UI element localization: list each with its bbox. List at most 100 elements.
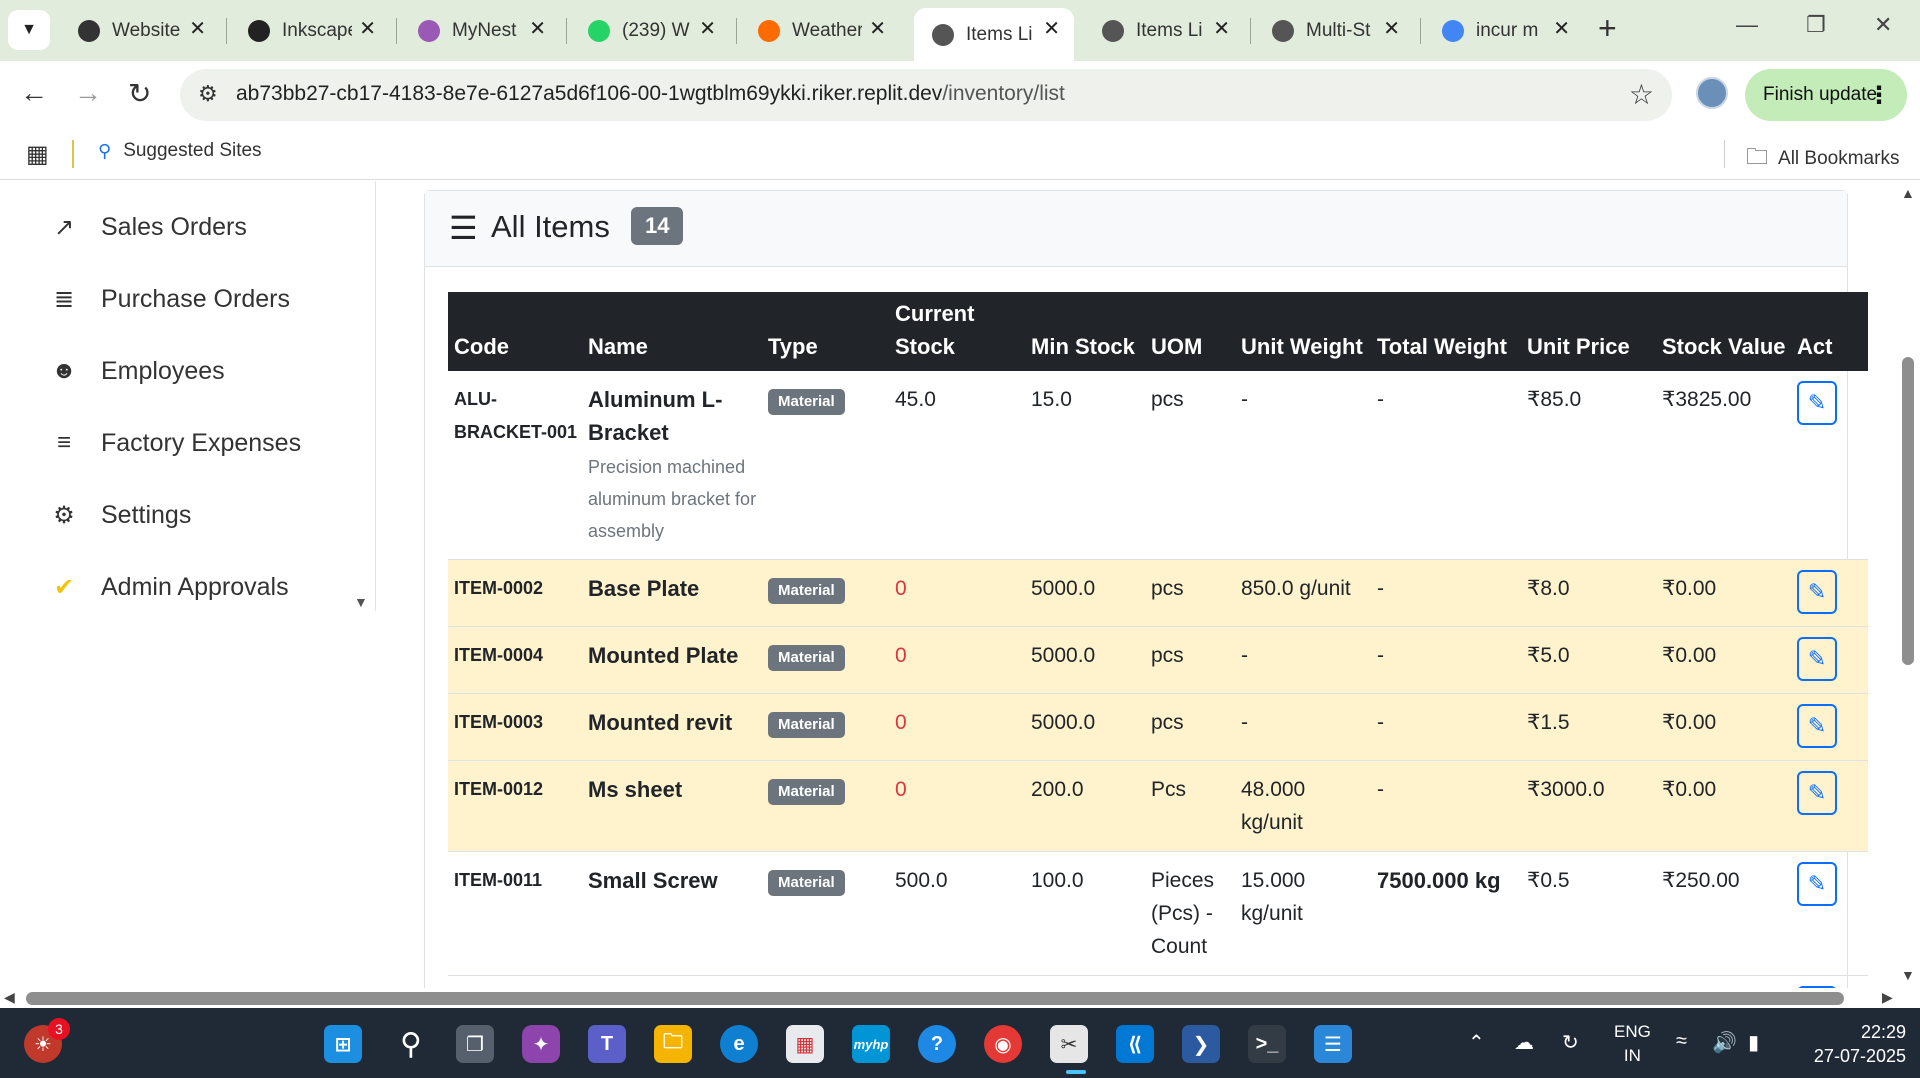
cell-stock-value-text: ₹0.00 bbox=[1662, 644, 1717, 667]
site-settings-icon[interactable]: ⚙ bbox=[198, 81, 218, 107]
tab-separator bbox=[736, 18, 737, 44]
minimize-icon[interactable]: — bbox=[1736, 12, 1758, 38]
task-view-icon[interactable]: ❐ bbox=[456, 1025, 494, 1063]
bookmark-star-icon[interactable]: ☆ bbox=[1629, 78, 1654, 111]
edit-icon[interactable]: ✎ bbox=[1797, 570, 1837, 614]
bookmarks-divider-right bbox=[1724, 140, 1725, 168]
cell-unit-weight: - bbox=[1235, 371, 1371, 560]
browser-tab[interactable]: Items Li ✕ bbox=[914, 8, 1074, 61]
scroll-left-icon[interactable]: ◀ bbox=[4, 989, 15, 1006]
browser-tab[interactable]: Website ✕ bbox=[60, 8, 220, 53]
scroll-right-icon[interactable]: ▶ bbox=[1882, 989, 1893, 1006]
snipping-tool-icon[interactable]: ✂ bbox=[1050, 1025, 1088, 1063]
tab-close-icon[interactable]: ✕ bbox=[359, 16, 376, 41]
reload-icon[interactable]: ↻ bbox=[128, 77, 151, 110]
tab-close-icon[interactable]: ✕ bbox=[1553, 16, 1570, 41]
sidebar-scroll-down-icon[interactable]: ▼ bbox=[354, 594, 368, 610]
tab-close-icon[interactable]: ✕ bbox=[189, 16, 206, 41]
cell-name-text: Base Plate bbox=[588, 576, 700, 601]
restore-icon[interactable]: ❐ bbox=[1806, 12, 1826, 38]
windows-start-icon[interactable]: ⊞ bbox=[324, 1025, 362, 1063]
url-field[interactable]: ⚙ ab73bb27-cb17-4183-8e7e-6127a5d6f106-0… bbox=[180, 69, 1672, 121]
forward-arrow-icon[interactable]: → bbox=[74, 77, 102, 109]
tab-close-icon[interactable]: ✕ bbox=[869, 16, 886, 41]
browser-tab[interactable]: Weather ✕ bbox=[740, 8, 900, 53]
sync-icon[interactable]: ↻ bbox=[1562, 1030, 1579, 1055]
back-arrow-icon[interactable]: ← bbox=[20, 77, 48, 109]
more-menu-icon[interactable]: ⋮ bbox=[1867, 81, 1891, 110]
horizontal-scroll-thumb[interactable] bbox=[26, 992, 1844, 1005]
close-window-icon[interactable]: ✕ bbox=[1874, 12, 1892, 38]
cell-uom: pcs bbox=[1145, 371, 1235, 560]
tab-close-icon[interactable]: ✕ bbox=[1383, 16, 1400, 41]
chrome-icon[interactable]: ◉ bbox=[984, 1025, 1022, 1063]
tab-close-icon[interactable]: ✕ bbox=[1213, 16, 1230, 41]
terminal-icon[interactable]: >_ bbox=[1248, 1025, 1286, 1063]
store-icon[interactable]: ▦ bbox=[786, 1025, 824, 1063]
cell-name: Base Plate bbox=[582, 559, 762, 627]
horizontal-scrollbar[interactable]: ◀ ▶ bbox=[0, 988, 1920, 1008]
volume-icon[interactable]: 🔊 bbox=[1712, 1030, 1737, 1055]
cell-name-text: Aluminum L-Bracket bbox=[588, 387, 723, 445]
apps-grid-icon[interactable]: ▦ bbox=[26, 140, 49, 169]
browser-tab[interactable]: Inkscape ✕ bbox=[230, 8, 390, 53]
browser-tab[interactable]: Multi-St ✕ bbox=[1254, 8, 1414, 53]
edit-icon[interactable]: ✎ bbox=[1797, 637, 1837, 681]
finish-update-button[interactable]: Finish update ⋮ bbox=[1745, 69, 1907, 121]
notepad-icon[interactable]: ☰ bbox=[1314, 1025, 1352, 1063]
all-bookmarks-link[interactable]: 🗀 All Bookmarks bbox=[1746, 140, 1899, 178]
sidebar-item-settings[interactable]: ⚙ Settings bbox=[50, 495, 191, 535]
cell-min-stock-text: 100.0 bbox=[1031, 869, 1084, 892]
url-text[interactable]: ab73bb27-cb17-4183-8e7e-6127a5d6f106-00-… bbox=[236, 82, 1065, 106]
browser-tab[interactable]: MyNest ✕ bbox=[400, 8, 560, 53]
vertical-scrollbar[interactable]: ▲ ▼ bbox=[1896, 181, 1920, 988]
browser-tab[interactable]: Items Li ✕ bbox=[1084, 8, 1244, 53]
tab-search-button[interactable]: ▼ bbox=[8, 10, 50, 50]
help-icon[interactable]: ? bbox=[918, 1025, 956, 1063]
new-tab-button[interactable]: + bbox=[1598, 10, 1617, 47]
vertical-scroll-thumb[interactable] bbox=[1902, 357, 1914, 665]
sidebar-item-employees[interactable]: ☻ Employees bbox=[50, 351, 224, 391]
sidebar-item-purchase-orders[interactable]: ≣ Purchase Orders bbox=[50, 279, 290, 319]
wifi-icon[interactable]: ≈ bbox=[1676, 1030, 1687, 1053]
language-indicator[interactable]: ENG IN bbox=[1614, 1020, 1651, 1068]
file-explorer-icon[interactable]: 🗀 bbox=[654, 1025, 692, 1063]
windows-taskbar: ☀ 3 ⊞ ⚲ ❐ ✦ T 🗀 e ▦ myhp ? ◉ ✂ ⟪ ❯ >_ ☰ … bbox=[0, 1008, 1920, 1078]
bookmarks-bar: ▦ ⚲ Suggested Sites 🗀 All Bookmarks bbox=[0, 128, 1920, 180]
profile-avatar[interactable] bbox=[1696, 77, 1728, 109]
edge-icon[interactable]: e bbox=[720, 1025, 758, 1063]
table-row: ITEM-0004 Mounted Plate Material 0 5000.0 pcs… bbox=[448, 626, 1868, 694]
cell-current-stock: 0 bbox=[889, 760, 1025, 852]
browser-tab[interactable]: (239) W ✕ bbox=[570, 8, 730, 53]
teams-icon[interactable]: T bbox=[588, 1025, 626, 1063]
search-taskbar-icon[interactable]: ⚲ bbox=[392, 1025, 430, 1063]
browser-tab[interactable]: incur m ✕ bbox=[1424, 8, 1584, 53]
scroll-down-icon[interactable]: ▼ bbox=[1901, 967, 1915, 983]
vscode-icon[interactable]: ⟪ bbox=[1116, 1025, 1154, 1063]
cell-total-weight-text: - bbox=[1377, 644, 1384, 667]
edit-icon[interactable]: ✎ bbox=[1797, 381, 1837, 425]
tab-close-icon[interactable]: ✕ bbox=[1043, 16, 1060, 41]
sidebar-item-admin-approvals[interactable]: ✔ Admin Approvals bbox=[50, 567, 289, 607]
cell-actions: ✎ bbox=[1791, 975, 1868, 988]
cell-uom-text: pcs bbox=[1151, 388, 1184, 411]
list-icon: ☰ bbox=[449, 210, 478, 246]
sidebar-item-factory-expenses[interactable]: ≡ Factory Expenses bbox=[50, 423, 301, 463]
cell-total-weight: 7500.000 kg bbox=[1371, 851, 1521, 976]
scroll-up-icon[interactable]: ▲ bbox=[1901, 185, 1915, 201]
edit-icon[interactable]: ✎ bbox=[1797, 771, 1837, 815]
myhp-icon[interactable]: myhp bbox=[852, 1025, 890, 1063]
onedrive-icon[interactable]: ☁ bbox=[1514, 1030, 1534, 1055]
battery-icon[interactable]: ▮ bbox=[1748, 1030, 1759, 1055]
sidebar-item-sales-orders[interactable]: ↗ Sales Orders bbox=[50, 207, 247, 247]
edit-icon[interactable]: ✎ bbox=[1797, 704, 1837, 748]
copilot-icon[interactable]: ✦ bbox=[522, 1025, 560, 1063]
clock[interactable]: 22:29 27-07-2025 bbox=[1796, 1020, 1906, 1068]
tab-close-icon[interactable]: ✕ bbox=[699, 16, 716, 41]
tab-close-icon[interactable]: ✕ bbox=[529, 16, 546, 41]
edit-icon[interactable]: ✎ bbox=[1797, 862, 1837, 906]
powershell-icon[interactable]: ❯ bbox=[1182, 1025, 1220, 1063]
suggested-sites-link[interactable]: ⚲ Suggested Sites bbox=[98, 140, 262, 162]
cell-code: STEEL-001 bbox=[448, 975, 582, 988]
tray-overflow-icon[interactable]: ⌃ bbox=[1468, 1030, 1485, 1055]
